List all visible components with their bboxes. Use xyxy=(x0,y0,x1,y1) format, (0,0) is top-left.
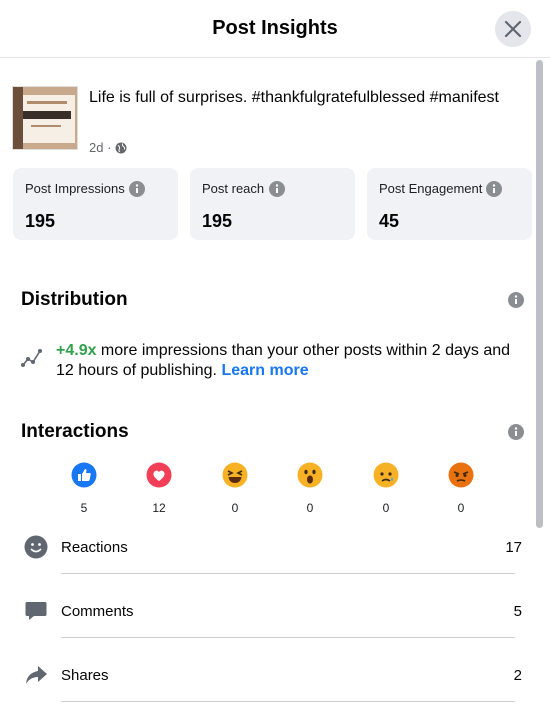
reaction-like: 5 xyxy=(69,462,99,515)
stat-value: 195 xyxy=(25,211,56,231)
info-icon[interactable] xyxy=(486,181,502,197)
reaction-count: 0 xyxy=(306,501,314,515)
trend-icon xyxy=(21,349,42,367)
close-icon xyxy=(504,20,522,38)
interaction-label: Comments xyxy=(61,603,134,620)
reaction-count: 12 xyxy=(152,501,166,515)
stat-card-reach: Post reach 195 xyxy=(190,168,355,240)
post-meta: 2d · xyxy=(89,140,127,155)
stat-label: Post Engagement xyxy=(379,181,483,196)
dialog-title: Post Insights xyxy=(212,17,338,39)
distribution-multiplier: +4.9x xyxy=(56,342,97,359)
reaction-count: 5 xyxy=(80,501,88,515)
reaction-count: 0 xyxy=(457,501,465,515)
like-icon xyxy=(71,462,97,488)
comment-icon xyxy=(25,602,47,620)
reaction-sad: 0 xyxy=(371,462,401,515)
post-thumbnail[interactable] xyxy=(12,86,78,150)
divider xyxy=(61,637,515,638)
sad-icon xyxy=(373,462,399,488)
reaction-count: 0 xyxy=(231,501,239,515)
love-icon xyxy=(146,462,172,488)
globe-icon xyxy=(115,142,127,153)
reaction-haha: 0 xyxy=(220,462,250,515)
angry-icon xyxy=(448,462,474,488)
dialog-header: Post Insights xyxy=(0,0,550,58)
interaction-value: 17 xyxy=(505,539,522,556)
learn-more-link[interactable]: Learn more xyxy=(221,362,308,379)
distribution-title: Distribution xyxy=(21,289,128,310)
close-button[interactable] xyxy=(495,11,531,47)
divider xyxy=(61,573,515,574)
interaction-row-shares: Shares 2 xyxy=(24,655,522,695)
reaction-love: 12 xyxy=(144,462,174,515)
divider xyxy=(61,701,515,702)
stat-label: Post reach xyxy=(202,181,265,196)
post-text: Life is full of surprises. #thankfulgrat… xyxy=(89,89,499,106)
interaction-label: Reactions xyxy=(61,539,128,556)
stat-value: 45 xyxy=(379,211,400,231)
stat-label: Post Impressions xyxy=(25,181,125,196)
info-icon[interactable] xyxy=(508,424,524,440)
interaction-row-comments: Comments 5 xyxy=(24,591,522,631)
info-icon[interactable] xyxy=(129,181,145,197)
distribution-text: +4.9x more impressions than your other p… xyxy=(56,341,526,381)
info-icon[interactable] xyxy=(508,292,524,308)
stat-card-impressions: Post Impressions 195 xyxy=(13,168,178,240)
stat-value: 195 xyxy=(202,211,233,231)
reaction-count: 0 xyxy=(382,501,390,515)
scrollbar-thumb[interactable] xyxy=(536,60,543,528)
post-time: 2d · xyxy=(89,140,112,155)
interaction-value: 5 xyxy=(513,603,522,620)
post-preview: Life is full of surprises. #thankfulgrat… xyxy=(12,86,522,156)
wow-icon xyxy=(297,462,323,488)
stat-card-engagement: Post Engagement 45 xyxy=(367,168,532,240)
smiley-icon xyxy=(24,535,48,559)
haha-icon xyxy=(222,462,248,488)
reaction-wow: 0 xyxy=(295,462,325,515)
info-icon[interactable] xyxy=(269,181,285,197)
reaction-angry: 0 xyxy=(446,462,476,515)
share-icon xyxy=(26,666,47,684)
interaction-row-reactions: Reactions 17 xyxy=(24,527,522,567)
interactions-title: Interactions xyxy=(21,421,129,442)
interaction-label: Shares xyxy=(61,667,109,684)
interaction-value: 2 xyxy=(513,667,522,684)
